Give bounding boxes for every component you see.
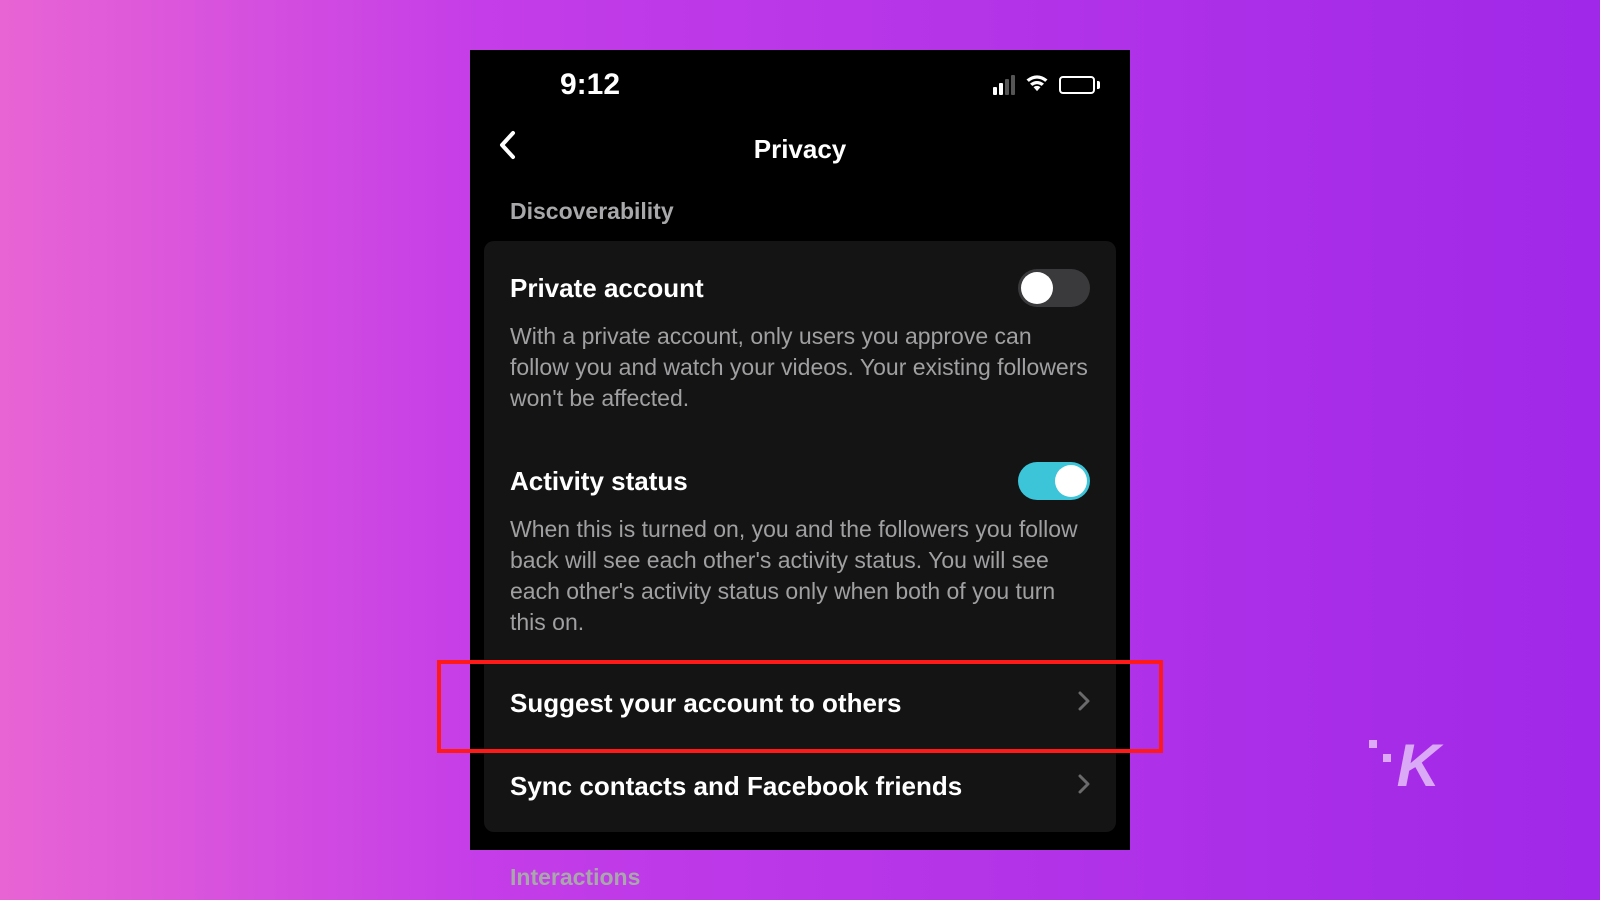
section-label-discoverability: Discoverability [470, 190, 1130, 241]
private-account-toggle[interactable] [1018, 269, 1090, 307]
setting-suggest-account[interactable]: Suggest your account to others [484, 662, 1116, 745]
page-title: Privacy [754, 134, 847, 165]
chevron-right-icon [1078, 774, 1090, 800]
setting-sync-contacts[interactable]: Sync contacts and Facebook friends [484, 745, 1116, 828]
status-indicators [993, 68, 1100, 102]
settings-card-discoverability: Private account With a private account, … [484, 241, 1116, 832]
activity-status-title: Activity status [510, 466, 688, 497]
status-bar: 9:12 [470, 50, 1130, 112]
battery-icon [1059, 76, 1100, 94]
setting-activity-status: Activity status When this is turned on, … [484, 438, 1116, 662]
cellular-icon [993, 75, 1015, 95]
private-account-title: Private account [510, 273, 704, 304]
activity-status-description: When this is turned on, you and the foll… [510, 514, 1090, 638]
section-label-interactions: Interactions [470, 832, 1130, 891]
activity-status-toggle[interactable] [1018, 462, 1090, 500]
status-time: 9:12 [560, 68, 620, 102]
watermark-logo: K [1369, 731, 1440, 800]
setting-private-account: Private account With a private account, … [484, 245, 1116, 438]
back-button[interactable] [498, 130, 516, 168]
chevron-right-icon [1078, 691, 1090, 717]
nav-header: Privacy [470, 112, 1130, 190]
suggest-account-title: Suggest your account to others [510, 688, 902, 719]
sync-contacts-title: Sync contacts and Facebook friends [510, 771, 962, 802]
private-account-description: With a private account, only users you a… [510, 321, 1090, 414]
phone-frame: 9:12 [470, 50, 1130, 850]
wifi-icon [1023, 68, 1051, 102]
